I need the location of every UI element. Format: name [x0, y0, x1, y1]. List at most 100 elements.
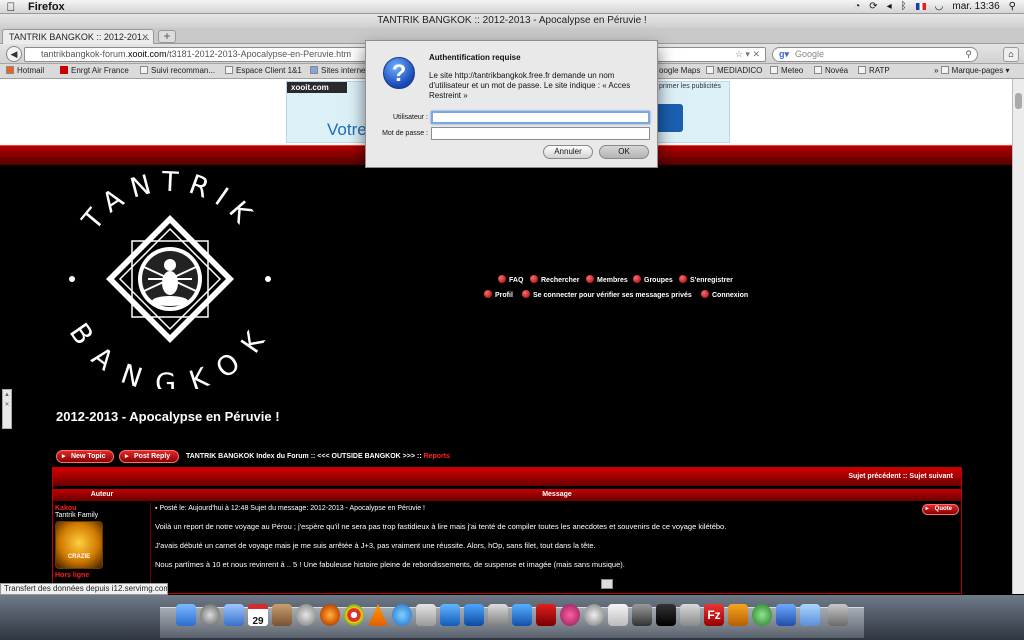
nav-private-messages[interactable]: Se connecter pour vérifier ses messages … — [522, 290, 692, 299]
photo-icon[interactable] — [488, 604, 508, 626]
app-menu[interactable]: Firefox — [28, 1, 65, 13]
search-icon[interactable]: ⚲ — [965, 48, 972, 61]
bookmark-item[interactable]: Novéa — [814, 66, 848, 75]
dialog-title: Authentification requise — [429, 53, 521, 62]
bookmark-item[interactable]: oogle Maps — [659, 66, 700, 75]
trash-icon[interactable] — [828, 604, 848, 626]
hide-ads-link[interactable]: primer les publicités — [659, 83, 721, 90]
menubar-clock[interactable]: mar. 13:36 — [952, 1, 999, 12]
sync-icon[interactable]: ⟳ — [869, 1, 877, 12]
app-store-icon[interactable] — [440, 604, 460, 626]
page-scrollbar[interactable] — [1012, 79, 1024, 594]
bookmark-item[interactable]: Hotmail — [6, 66, 44, 75]
time-machine-icon[interactable]: ◔ — [854, 1, 860, 12]
bluetooth-icon[interactable]: ᛒ — [901, 1, 907, 12]
mail-icon[interactable] — [224, 604, 244, 626]
cancel-button[interactable]: Annuler — [543, 145, 593, 159]
photo-booth-icon[interactable] — [536, 604, 556, 626]
apple-menu-icon[interactable]:  — [0, 0, 22, 14]
topic-navigation[interactable]: Sujet précédent :: Sujet suivant — [53, 468, 961, 486]
red-dot-icon — [498, 275, 506, 283]
folder-icon — [310, 66, 318, 74]
topic-title[interactable]: 2012-2013 - Apocalypse en Péruvie ! — [56, 409, 280, 424]
nav-groups[interactable]: Groupes — [633, 275, 673, 284]
scrollbar-thumb[interactable] — [1015, 93, 1022, 109]
home-button[interactable]: ⌂ — [1003, 47, 1019, 62]
nav-register[interactable]: S'enregistrer — [679, 275, 733, 284]
red-dot-icon — [522, 290, 530, 298]
page-icon — [858, 66, 866, 74]
search-placeholder: Google — [795, 49, 825, 59]
bookmarks-menu[interactable]: » Marque-pages ▾ — [934, 66, 1010, 75]
terminal-icon[interactable] — [656, 604, 676, 626]
new-tab-button[interactable]: + — [158, 30, 176, 43]
tab-close-icon[interactable]: ✕ — [141, 30, 149, 44]
itunes-icon[interactable] — [392, 604, 412, 626]
col-message: Message — [542, 491, 572, 498]
activity-monitor-icon[interactable] — [680, 604, 700, 626]
word-icon[interactable] — [776, 604, 796, 626]
garageband-icon[interactable] — [584, 604, 604, 626]
utorrent-icon[interactable] — [752, 604, 772, 626]
volume-icon[interactable]: ◂ — [887, 1, 892, 12]
browser-tab[interactable]: TANTRIK BANGKOK :: 2012-201... ✕ — [2, 29, 154, 44]
bookmark-item[interactable]: RATP — [858, 66, 890, 75]
iphoto-icon[interactable] — [512, 604, 532, 626]
tantrik-bangkok-logo[interactable]: TANTRIK BANGKOK — [60, 169, 280, 389]
nav-members[interactable]: Membres — [586, 275, 628, 284]
ok-button[interactable]: OK — [599, 145, 649, 159]
tab-label: TANTRIK BANGKOK :: 2012-201... — [9, 32, 150, 42]
breadcrumb-path[interactable]: TANTRIK BANGKOK Index du Forum :: <<< OU… — [186, 453, 422, 460]
bookmark-item[interactable]: Suivi recomman... — [140, 66, 215, 75]
post-body: ▪ Posté le: Aujourd'hui à 12:48 Sujet du… — [153, 503, 961, 593]
page-icon — [140, 66, 148, 74]
side-feedback-tab[interactable]: ▲ ✕ — [2, 389, 12, 429]
bookmark-item[interactable]: Meteo — [770, 66, 803, 75]
nav-profile[interactable]: Profil — [484, 290, 513, 299]
search-input[interactable]: g▾ Google ⚲ — [772, 47, 978, 62]
finder-icon[interactable] — [176, 604, 196, 626]
post-reply-button[interactable]: Post Reply — [119, 450, 180, 463]
breadcrumb: TANTRIK BANGKOK Index du Forum :: <<< OU… — [186, 453, 450, 460]
quote-button[interactable]: Quote — [921, 504, 959, 515]
skype-icon[interactable] — [464, 604, 484, 626]
calendar-icon[interactable]: 29 — [248, 604, 268, 627]
address-book-icon[interactable] — [272, 604, 292, 626]
bookmark-star-icon[interactable]: ☆ ▾ ✕ — [735, 48, 760, 61]
breadcrumb-current[interactable]: Reports — [424, 453, 450, 460]
system-preferences-icon[interactable] — [296, 604, 316, 626]
image-placeholder-icon — [601, 579, 613, 589]
filezilla-icon[interactable]: Fz — [704, 604, 724, 626]
music-app-icon[interactable] — [560, 604, 580, 626]
username-field[interactable] — [431, 111, 650, 124]
col-author: Auteur — [90, 491, 114, 498]
window-title: TANTRIK BANGKOK :: 2012-2013 - Apocalyps… — [0, 14, 1024, 28]
imovie-icon[interactable] — [632, 604, 652, 626]
red-dot-icon — [679, 275, 687, 283]
password-field[interactable] — [431, 127, 650, 140]
new-topic-button[interactable]: New Topic — [56, 450, 115, 463]
post-meta: ▪ Posté le: Aujourd'hui à 12:48 Sujet du… — [155, 505, 426, 512]
nav-login[interactable]: Connexion — [701, 290, 748, 299]
bookmark-item[interactable]: Enrgt Air France — [60, 66, 129, 75]
chrome-icon[interactable] — [344, 604, 364, 626]
flag-icon[interactable] — [915, 3, 926, 10]
ad-brand: xooit.com — [287, 82, 347, 93]
author-name[interactable]: Kakou — [55, 505, 148, 512]
google-icon: g▾ — [779, 49, 790, 59]
nav-search[interactable]: Rechercher — [530, 275, 580, 284]
dashboard-icon[interactable] — [200, 604, 220, 626]
vuze-icon[interactable] — [728, 604, 748, 626]
wifi-icon[interactable]: ◡ — [935, 1, 944, 12]
bookmark-item[interactable]: MEDIADICO — [706, 66, 762, 75]
bookmark-item[interactable]: Sites interne — [310, 66, 365, 75]
textedit-icon[interactable] — [608, 604, 628, 626]
nav-faq[interactable]: FAQ — [498, 275, 523, 284]
bookmark-item[interactable]: Espace Client 1&1 — [225, 66, 302, 75]
preview-icon[interactable] — [416, 604, 436, 626]
spotlight-icon[interactable]: ⚲ — [1009, 1, 1016, 12]
back-button[interactable]: ◀ — [6, 46, 22, 62]
question-icon: ? — [383, 57, 415, 89]
firefox-icon[interactable] — [320, 604, 340, 626]
folder-icon[interactable] — [800, 604, 820, 626]
